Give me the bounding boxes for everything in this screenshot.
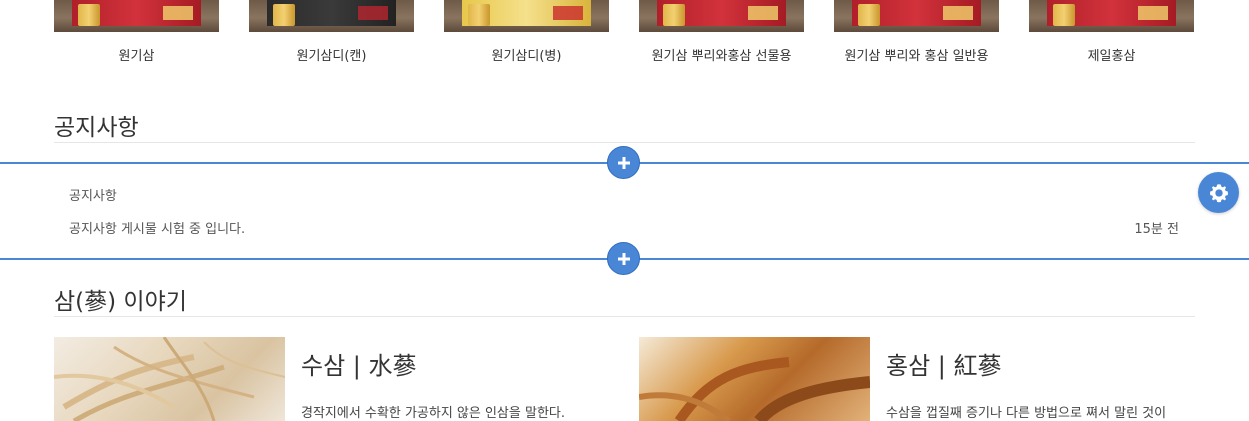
story-section-title: 삼(蔘) 이야기 (54, 289, 187, 315)
story-item-desc: 수삼을 껍질째 증기나 다른 방법으로 쪄서 말린 것이 (886, 406, 1167, 421)
story-item-title[interactable]: 홍삼 | 紅蔘 (886, 346, 1002, 381)
product-name[interactable]: 원기삼디(캔) (249, 45, 414, 64)
product-card[interactable]: 원기삼 뿌리와홍삼 선물용 (639, 0, 804, 64)
notice-post-time: 15분 전 (1134, 222, 1179, 237)
story-item-desc: 경작지에서 수확한 가공하지 않은 인삼을 말한다. (301, 406, 565, 421)
plus-icon (617, 156, 630, 169)
product-image[interactable] (54, 0, 219, 32)
product-image[interactable] (1029, 0, 1194, 32)
product-card[interactable]: 원기삼 (54, 0, 219, 64)
notice-category[interactable]: 공지사항 (69, 185, 117, 204)
product-card[interactable]: 원기삼디(병) (444, 0, 609, 64)
red-ginseng-illustration (639, 357, 870, 421)
settings-button[interactable] (1198, 172, 1239, 213)
add-section-button[interactable] (607, 242, 640, 275)
notice-section-title: 공지사항 (54, 115, 139, 141)
product-image[interactable] (249, 0, 414, 32)
product-name[interactable]: 원기삼 뿌리와 홍삼 일반용 (834, 45, 999, 64)
gear-icon (1209, 183, 1228, 202)
product-name[interactable]: 원기삼 뿌리와홍삼 선물용 (639, 45, 804, 64)
product-image[interactable] (834, 0, 999, 32)
product-name[interactable]: 제일홍삼 (1029, 45, 1194, 64)
notice-post-title[interactable]: 공지사항 게시물 시험 중 입니다. (69, 218, 245, 237)
product-card[interactable]: 원기삼 뿌리와 홍삼 일반용 (834, 0, 999, 64)
plus-icon (617, 252, 630, 265)
add-section-button[interactable] (607, 146, 640, 179)
product-card[interactable]: 원기삼디(캔) (249, 0, 414, 64)
product-image[interactable] (444, 0, 609, 32)
divider (54, 316, 1195, 317)
fresh-ginseng-image[interactable] (54, 337, 285, 421)
red-ginseng-image[interactable] (639, 337, 870, 421)
story-item-title[interactable]: 수삼 | 水蔘 (301, 346, 417, 381)
product-image[interactable] (639, 0, 804, 32)
product-name[interactable]: 원기삼 (54, 45, 219, 64)
ginseng-roots-illustration (54, 337, 285, 421)
product-gallery: 원기삼 원기삼디(캔) 원기삼디(병) 원기삼 뿌리와홍삼 선물용 원기삼 뿌리… (54, 0, 1195, 70)
product-card[interactable]: 제일홍삼 (1029, 0, 1194, 64)
divider (54, 142, 1195, 143)
product-name[interactable]: 원기삼디(병) (444, 45, 609, 64)
